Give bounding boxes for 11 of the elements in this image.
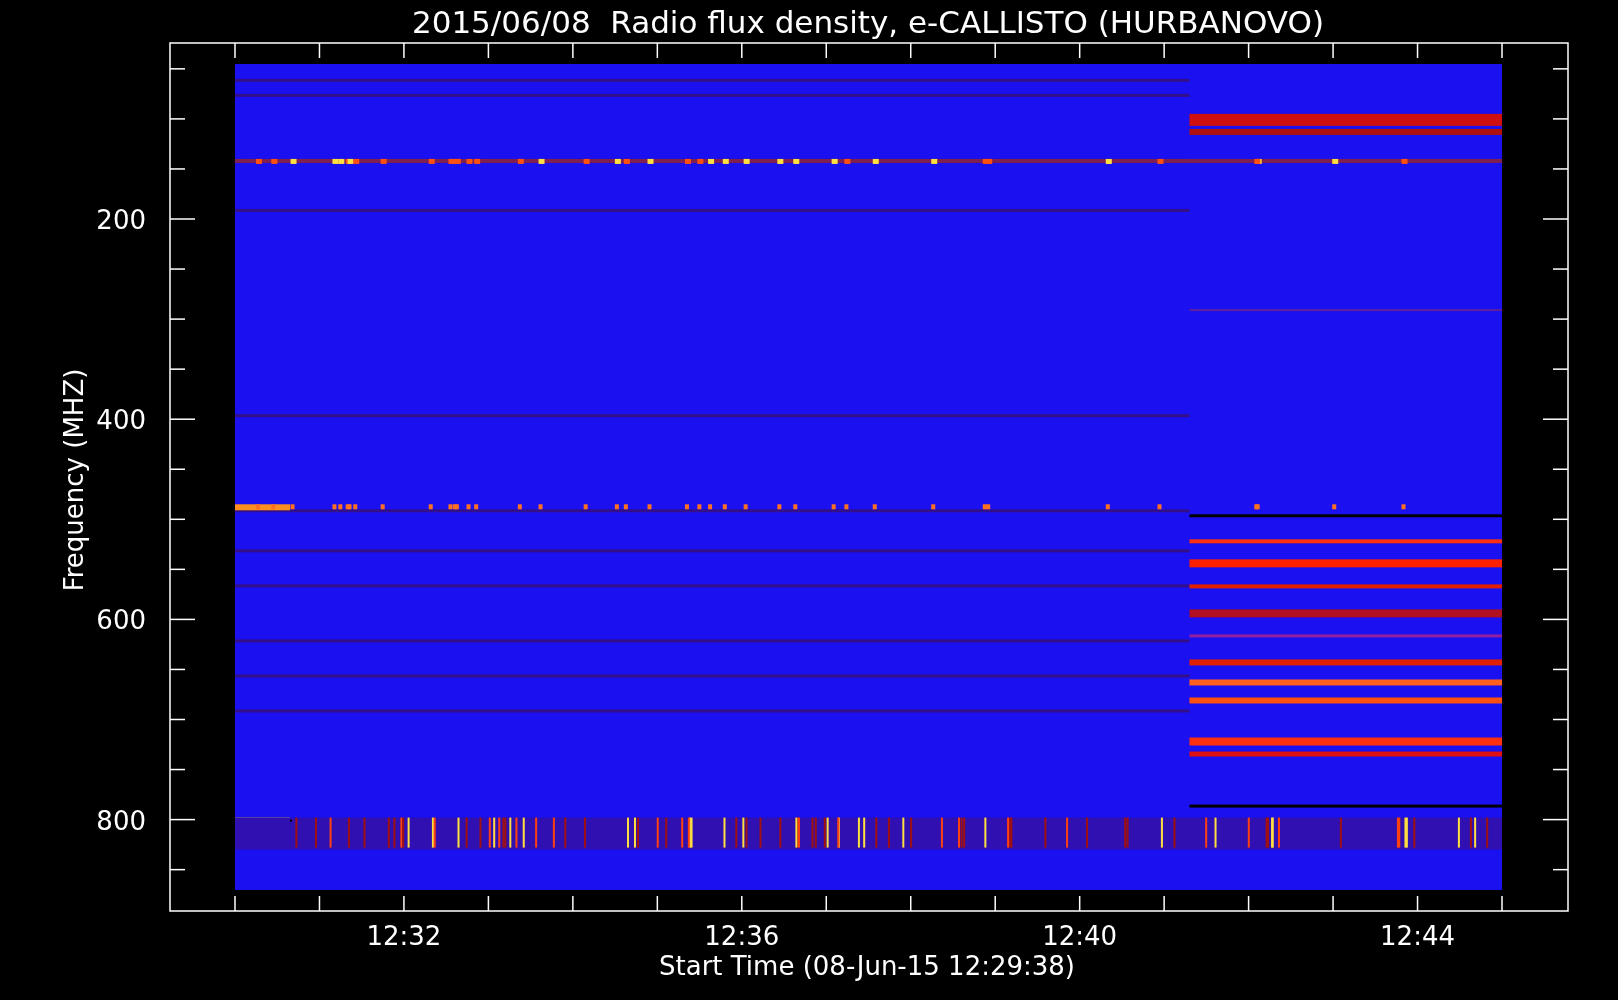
plot-title: 2015/06/08 Radio flux density, e-CALLISTO (HURBANOVO) — [411, 4, 1325, 40]
x-tick-label: 12:44 — [1380, 921, 1455, 951]
x-axis-label: Start Time (08-Jun-15 12:29:38) — [659, 951, 1075, 981]
y-axis-label: Frequency (MHZ) — [59, 368, 89, 592]
y-tick-label: 400 — [96, 405, 146, 436]
x-tick-label: 12:32 — [366, 921, 442, 951]
x-tick-label: 12:36 — [704, 921, 780, 951]
x-tick-label: 12:40 — [1042, 921, 1118, 951]
y-tick-label: 600 — [96, 605, 146, 636]
y-tick-label: 200 — [96, 205, 146, 235]
y-tick-label: 800 — [96, 805, 146, 836]
